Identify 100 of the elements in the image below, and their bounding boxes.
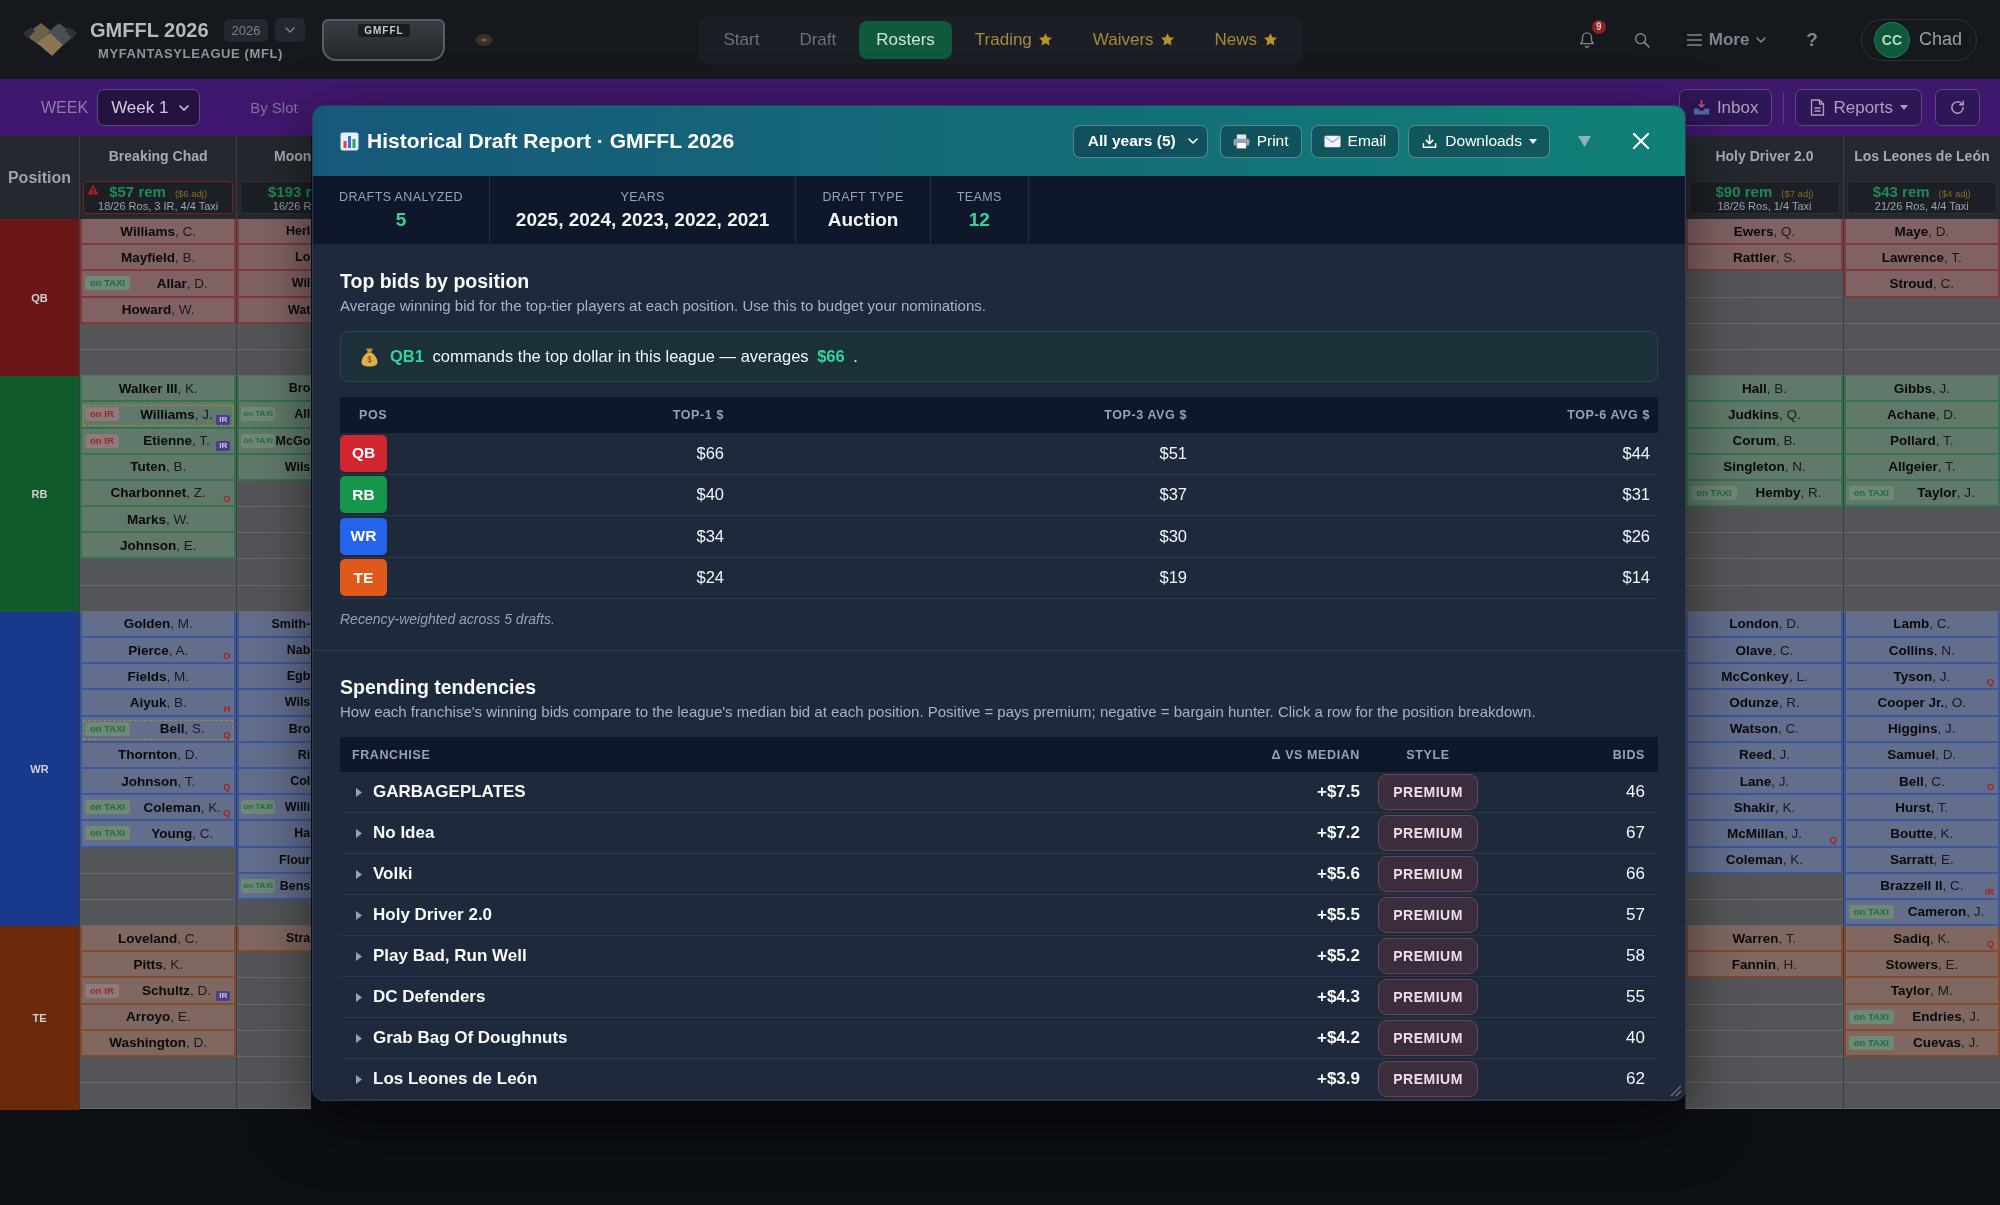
franchise-name[interactable]: Holy Driver 2.0 [373,905,493,925]
star-icon [1263,32,1279,47]
taxi-tag: on TAXI [85,276,131,291]
player-name: All [294,407,311,422]
ir-tag: on IR [85,983,119,998]
position-badge: WR [340,517,387,555]
roster-count: 18/26 Ros, 3 IR, 4/4 Taxi [98,199,219,213]
cap-remaining: $90 rem [1715,182,1773,200]
player-name: Bell, S. [159,721,205,737]
player-name: McConkey, L. [1721,668,1808,684]
player-name: Charbonnet, Z. [110,485,206,501]
player-name: Corum, B. [1732,433,1797,449]
style-badge: PREMIUM [1378,1020,1478,1056]
expand-caret-icon[interactable] [356,787,362,797]
player-name: Stowers, E. [1885,956,1959,972]
player-name: Arroyo, E. [125,1009,191,1025]
position-column-header: Position [0,136,79,219]
chevron-down-icon [179,104,190,111]
print-button[interactable]: Print [1219,124,1302,158]
table-cell-text: $14 [1621,568,1650,588]
table-cell-text: $66 [695,443,724,463]
expand-caret-icon[interactable] [356,910,362,920]
player-name: Golden, M. [123,616,193,632]
ir-badge: IR [216,414,231,425]
more-menu-button[interactable]: More [1686,29,1767,50]
player-name: Wils [284,459,311,474]
expand-caret-icon[interactable] [356,951,362,961]
chevron-down-icon [1187,138,1198,144]
player-name: Olave, C. [1735,642,1794,658]
player-name: Pollard, T. [1890,433,1954,449]
player-name: McMillan, J. [1726,825,1802,841]
avatar-initials: CC [1873,21,1910,58]
player-name: Judkins, Q. [1728,406,1801,422]
bell-icon [1577,30,1596,49]
section-description: How each franchise's winning bids compare to the league's median bid at each position. Positive = pays premium; negative = bargain hunter. Click a row for the position breakdown. [340,703,1537,721]
cap-remaining: $43 rem [1872,182,1930,200]
nav-tab[interactable]: Waivers [1075,20,1192,59]
franchise-name[interactable]: No Idea [373,823,435,843]
expand-caret-icon[interactable] [356,1033,362,1043]
player-name: Coleman, K. [143,799,221,815]
taxi-tag: on TAXI [1848,1035,1894,1050]
taxi-tag: on TAXI [241,800,275,815]
injury-status: Q [1829,834,1837,845]
player-name: Lo [295,250,311,265]
style-badge: PREMIUM [1378,979,1478,1015]
taxi-tag: on TAXI [85,721,131,736]
player-name: Singleton, N. [1723,459,1806,475]
franchise-name[interactable]: Los Leones de León [373,1069,538,1089]
player-name: Herl [286,224,311,239]
cap-adjustment: ($4 adj) [1938,188,1971,200]
player-name: Williams, C. [120,223,196,239]
player-name: Bell, C. [1898,773,1945,789]
reports-button[interactable]: Reports [1795,89,1922,126]
expand-caret-icon[interactable] [356,828,362,838]
season-dropdown-button[interactable] [275,18,306,42]
refresh-button[interactable] [1935,89,1980,126]
player-name: Achane, D. [1886,406,1957,422]
help-button[interactable]: ? [1806,28,1818,51]
franchise-name[interactable]: GARBAGEPLATES [373,782,526,802]
taxi-tag: on TAXI [241,407,275,422]
team-name: Holy Driver 2.0 [1715,147,1814,165]
stat-label: YEARS [620,189,665,204]
expand-caret-icon[interactable] [356,869,362,879]
table-cell-text: $26 [1621,526,1650,546]
median-delta: +$7.5 [1316,782,1361,802]
franchise-name[interactable]: Play Bad, Run Well [373,946,527,966]
printer-icon [1232,133,1250,149]
taxi-tag: on TAXI [241,878,275,893]
nav-tab[interactable]: News [1197,20,1296,59]
team-name: Breaking Chad [108,147,208,165]
nav-tab[interactable]: Trading [957,20,1070,59]
nav-tab[interactable]: Rosters [859,20,952,59]
franchise-name[interactable]: Grab Bag Of Doughnuts [373,1028,568,1048]
week-select[interactable]: Week 1 [97,89,201,126]
player-name: Hurst, T. [1895,799,1949,815]
bar-chart-icon [340,131,359,151]
injury-status: O [223,494,231,505]
player-name: Taylor, M. [1890,983,1953,999]
years-select[interactable]: All years (5) [1072,124,1208,158]
player-name: Tyson, J. [1893,668,1951,684]
season-badge: 2026 [223,18,269,42]
style-badge: PREMIUM [1378,856,1478,892]
stat-value: 5 [395,208,407,231]
email-button[interactable]: Email [1310,124,1400,158]
expand-caret-icon[interactable] [356,992,362,1002]
dialog-title: Historical Draft Report · GMFFL 2026 [367,129,735,153]
envelope-icon [1323,133,1341,149]
franchise-name[interactable]: DC Defenders [373,987,486,1007]
injury-status: O [1986,782,1994,793]
player-name: Reed, J. [1738,747,1790,763]
player-name: Etienne, T. [143,433,210,449]
style-badge: PREMIUM [1378,1061,1478,1097]
bid-count: 67 [1625,823,1645,843]
taxi-tag: on TAXI [1848,904,1894,919]
franchise-name[interactable]: Volki [373,864,413,884]
section-title: Top bids by position [340,269,531,293]
download-button[interactable]: Downloads [1408,124,1550,158]
inbox-button[interactable]: Inbox [1678,89,1773,126]
table-cell-text: $51 [1158,443,1187,463]
expand-caret-icon[interactable] [356,1074,362,1084]
